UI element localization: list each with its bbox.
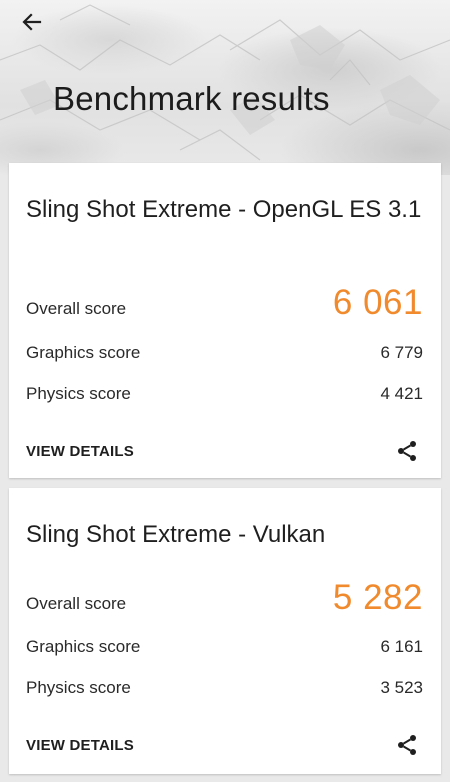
view-details-button[interactable]: VIEW DETAILS [26, 443, 134, 460]
graphics-score-value: 6 161 [380, 637, 423, 656]
graphics-score-row: Graphics score 6 161 [26, 637, 423, 657]
header-background: Benchmark results [0, 0, 450, 175]
arrow-back-icon [22, 13, 42, 31]
benchmark-name: Sling Shot Extreme - Vulkan [26, 521, 326, 548]
overall-score-value: 6 061 [332, 283, 423, 322]
graphics-score-label: Graphics score [26, 637, 141, 656]
overall-score-value: 5 282 [332, 578, 423, 617]
overall-score-label: Overall score [26, 594, 127, 613]
physics-score-value: 4 421 [380, 384, 423, 403]
share-icon [398, 735, 416, 755]
page-title: Benchmark results [53, 80, 330, 117]
physics-score-label: Physics score [26, 678, 131, 697]
share-button[interactable] [395, 439, 419, 463]
physics-score-row: Physics score 3 523 [26, 678, 423, 698]
view-details-button[interactable]: VIEW DETAILS [26, 737, 134, 754]
benchmark-name: Sling Shot Extreme - OpenGL ES 3.1 [26, 196, 422, 223]
physics-score-row: Physics score 4 421 [26, 384, 423, 404]
graphics-score-label: Graphics score [26, 343, 141, 362]
graphics-score-row: Graphics score 6 779 [26, 343, 423, 363]
share-icon [398, 441, 416, 461]
result-card-opengl: Sling Shot Extreme - OpenGL ES 3.1 Overa… [9, 163, 441, 478]
overall-score-label: Overall score [26, 299, 127, 318]
share-button[interactable] [395, 733, 419, 757]
overall-score-row: Overall score 5 282 [26, 578, 423, 618]
result-card-vulkan: Sling Shot Extreme - Vulkan Overall scor… [9, 488, 441, 774]
overall-score-row: Overall score 6 061 [26, 283, 423, 323]
physics-score-label: Physics score [26, 384, 131, 403]
graphics-score-value: 6 779 [380, 343, 423, 362]
back-button[interactable] [18, 8, 46, 36]
physics-score-value: 3 523 [380, 678, 423, 697]
